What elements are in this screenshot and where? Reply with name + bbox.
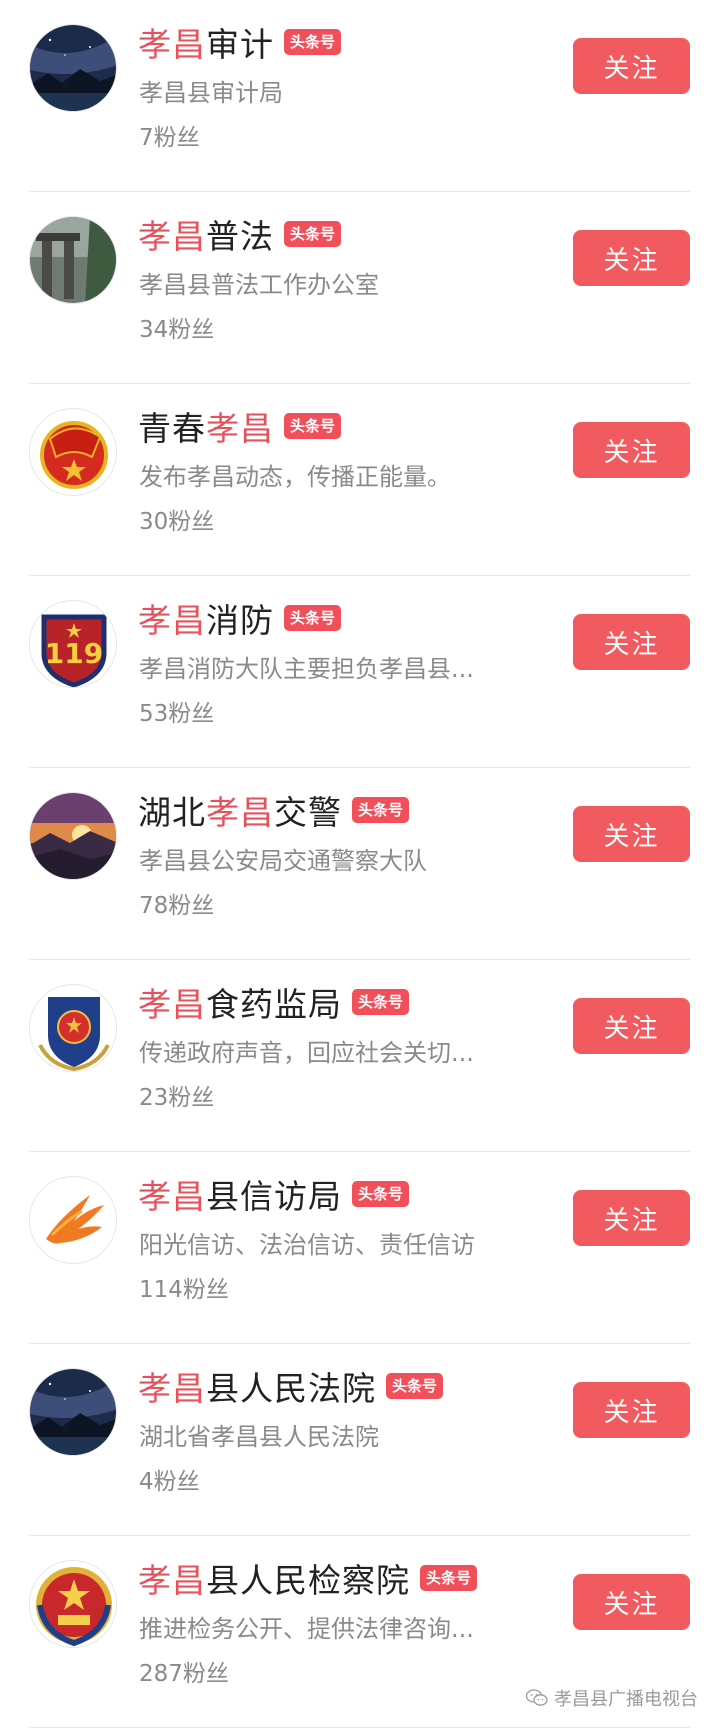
name-highlight: 孝昌 [138,217,206,256]
account-name[interactable]: 孝昌 食药监局 头条号 [138,980,410,1024]
name-highlight: 孝昌 [138,985,206,1024]
list-item[interactable]: 孝昌 普法 头条号 孝昌县普法工作办公室 34粉丝 关注 [0,192,720,384]
avatar[interactable] [29,216,117,304]
follow-button[interactable]: 关注 [573,38,690,94]
fans-count: 78粉丝 [139,893,215,919]
fire-119-emblem-icon: 119 [30,601,116,687]
name-rest: 县人民检察院 [206,1561,410,1600]
night-sky-icon [30,1369,116,1455]
avatar[interactable] [29,792,117,880]
fans-count: 114粉丝 [139,1277,229,1303]
watermark-text: 孝昌县广播电视台 [554,1689,698,1710]
name-highlight: 孝昌 [206,409,274,448]
procuratorate-emblem-icon [30,1561,116,1647]
follow-button[interactable]: 关注 [573,806,690,862]
account-description: 传递政府声音，回应社会关切... [139,1039,474,1067]
follow-button[interactable]: 关注 [573,998,690,1054]
toutiao-badge: 头条号 [284,29,342,55]
name-prefix: 青春 [138,409,206,448]
account-description: 阳光信访、法治信访、责任信访 [139,1231,475,1259]
list-item[interactable]: 孝昌 县人民法院 头条号 湖北省孝昌县人民法院 4粉丝 关注 [0,1344,720,1536]
divider [29,1727,690,1728]
fans-count: 7粉丝 [139,125,200,151]
avatar[interactable] [29,408,117,496]
account-description: 推进检务公开、提供法律咨询... [139,1615,474,1643]
name-rest: 食药监局 [206,985,342,1024]
name-rest: 交警 [274,793,342,832]
account-name[interactable]: 孝昌 县信访局 头条号 [138,1172,410,1216]
list-item[interactable]: 孝昌 县信访局 头条号 阳光信访、法治信访、责任信访 114粉丝 关注 [0,1152,720,1344]
fans-count: 53粉丝 [139,701,215,727]
name-highlight: 孝昌 [138,1369,206,1408]
sunset-mountain-icon [30,793,116,879]
follow-button[interactable]: 关注 [573,1574,690,1630]
toutiao-badge: 头条号 [420,1565,478,1591]
account-description: 孝昌消防大队主要担负孝昌县... [139,655,474,683]
avatar[interactable] [29,1560,117,1648]
name-rest: 消防 [206,601,274,640]
youth-league-emblem-icon [30,409,116,495]
night-sky-icon [30,25,116,111]
avatar[interactable]: 119 [29,600,117,688]
follow-button[interactable]: 关注 [573,422,690,478]
avatar[interactable] [29,24,117,112]
toutiao-badge: 头条号 [352,989,410,1015]
svg-text:119: 119 [45,637,103,670]
avatar[interactable] [29,1368,117,1456]
toutiao-badge: 头条号 [284,605,342,631]
name-highlight: 孝昌 [138,1177,206,1216]
wechat-icon [526,1689,548,1706]
toutiao-badge: 头条号 [352,797,410,823]
name-prefix: 湖北 [138,793,206,832]
fans-count: 23粉丝 [139,1085,215,1111]
account-name[interactable]: 孝昌 普法 头条号 [138,212,342,256]
account-description: 湖北省孝昌县人民法院 [139,1423,379,1451]
account-description: 孝昌县审计局 [139,79,283,107]
toutiao-badge: 头条号 [386,1373,444,1399]
account-name[interactable]: 湖北 孝昌 交警 头条号 [138,788,410,832]
toutiao-badge: 头条号 [284,221,342,247]
list-item[interactable]: 青春 孝昌 头条号 发布孝昌动态，传播正能量。 30粉丝 关注 [0,384,720,576]
watermark: 孝昌县广播电视台 [526,1685,698,1711]
account-description: 孝昌县普法工作办公室 [139,271,379,299]
account-name[interactable]: 孝昌 县人民法院 头条号 [138,1364,444,1408]
account-description: 孝昌县公安局交通警察大队 [139,847,427,875]
fans-count: 287粉丝 [139,1661,229,1687]
stone-arch-icon [30,217,116,303]
list-item[interactable]: 119 孝昌 消防 头条号 孝昌消防大队主要担负孝昌县... 53粉丝 关注 [0,576,720,768]
account-name[interactable]: 孝昌 消防 头条号 [138,596,342,640]
fans-count: 30粉丝 [139,509,215,535]
name-highlight: 孝昌 [138,601,206,640]
list-item[interactable]: 湖北 孝昌 交警 头条号 孝昌县公安局交通警察大队 78粉丝 关注 [0,768,720,960]
toutiao-badge: 头条号 [352,1181,410,1207]
name-rest: 县人民法院 [206,1369,376,1408]
fans-count: 34粉丝 [139,317,215,343]
name-rest: 普法 [206,217,274,256]
follow-button[interactable]: 关注 [573,614,690,670]
name-rest: 审计 [206,25,274,64]
name-highlight: 孝昌 [138,25,206,64]
list-item[interactable]: 孝昌 食药监局 头条号 传递政府声音，回应社会关切... 23粉丝 关注 [0,960,720,1152]
account-name[interactable]: 孝昌 县人民检察院 头条号 [138,1556,478,1600]
account-description: 发布孝昌动态，传播正能量。 [139,463,451,491]
orange-phoenix-logo-icon [30,1177,116,1263]
toutiao-badge: 头条号 [284,413,342,439]
name-highlight: 孝昌 [206,793,274,832]
follow-button[interactable]: 关注 [573,1190,690,1246]
name-rest: 县信访局 [206,1177,342,1216]
national-emblem-shield-icon [30,985,116,1071]
follow-button[interactable]: 关注 [573,230,690,286]
account-name[interactable]: 孝昌 审计 头条号 [138,20,342,64]
list-item[interactable]: 孝昌 审计 头条号 孝昌县审计局 7粉丝 关注 [0,0,720,192]
follow-button[interactable]: 关注 [573,1382,690,1438]
fans-count: 4粉丝 [139,1469,200,1495]
name-highlight: 孝昌 [138,1561,206,1600]
avatar[interactable] [29,984,117,1072]
avatar[interactable] [29,1176,117,1264]
account-name[interactable]: 青春 孝昌 头条号 [138,404,342,448]
